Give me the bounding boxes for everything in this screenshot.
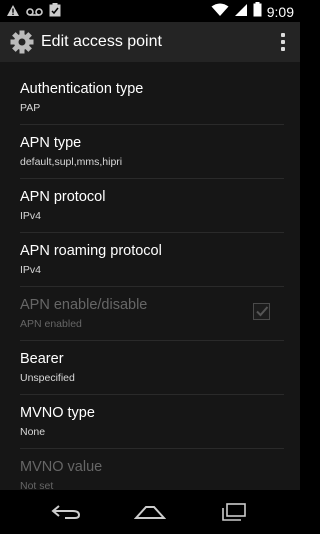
pref-bearer[interactable]: Bearer Unspecified — [20, 340, 284, 394]
pref-summary: Unspecified — [20, 372, 75, 384]
back-icon[interactable] — [46, 498, 86, 526]
apn-enabled-checkbox — [253, 303, 270, 320]
pref-title: Authentication type — [20, 81, 144, 97]
pref-mvno-type[interactable]: MVNO type None — [20, 394, 284, 448]
pref-apn-roaming-protocol[interactable]: APN roaming protocol IPv4 — [20, 232, 284, 286]
signal-icon — [234, 3, 248, 22]
voicemail-icon — [26, 4, 43, 22]
pref-title: MVNO value — [20, 459, 103, 475]
pref-title: APN protocol — [20, 189, 106, 205]
navigation-bar — [0, 490, 300, 534]
pref-summary: default,supl,mms,hipri — [20, 156, 123, 168]
pref-title: MVNO type — [20, 405, 95, 421]
pref-title: Bearer — [20, 351, 64, 367]
preference-list: Authentication type PAP APN type default… — [0, 62, 300, 490]
pref-summary: APN enabled — [20, 318, 82, 330]
action-bar: Edit access point — [0, 22, 300, 62]
pref-title: APN type — [20, 135, 82, 151]
pref-title: APN roaming protocol — [20, 243, 162, 259]
pref-summary: IPv4 — [20, 210, 42, 222]
status-clock: 9:09 — [266, 4, 294, 20]
page-title: Edit access point — [41, 33, 162, 50]
status-bar: 9:09 — [0, 0, 300, 22]
pref-summary: PAP — [20, 102, 41, 114]
pref-summary: IPv4 — [20, 264, 42, 276]
home-icon[interactable] — [130, 498, 170, 526]
overflow-menu-icon[interactable] — [280, 33, 286, 51]
warning-icon — [6, 4, 20, 22]
pref-apn-protocol[interactable]: APN protocol IPv4 — [20, 178, 284, 232]
pref-mvno-value: MVNO value Not set — [20, 448, 284, 490]
battery-icon — [253, 2, 262, 22]
settings-gear-icon[interactable] — [9, 29, 35, 55]
recents-icon[interactable] — [214, 498, 254, 526]
pref-apn-type[interactable]: APN type default,supl,mms,hipri — [20, 124, 284, 178]
pref-apn-enable-disable: APN enable/disable APN enabled — [20, 286, 284, 340]
clipboard-check-icon — [49, 3, 61, 22]
pref-authentication-type[interactable]: Authentication type PAP — [20, 70, 284, 124]
pref-summary: Not set — [20, 480, 54, 490]
pref-title: APN enable/disable — [20, 297, 148, 313]
pref-summary: None — [20, 426, 46, 438]
wifi-icon — [211, 3, 229, 22]
